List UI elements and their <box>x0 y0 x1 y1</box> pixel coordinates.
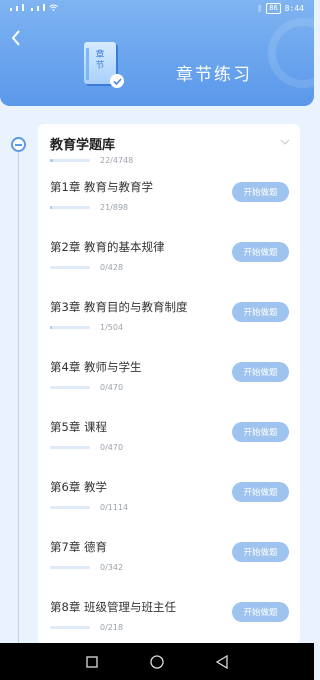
check-icon <box>110 74 124 88</box>
start-practice-button[interactable]: 开始做题 <box>232 362 289 382</box>
book-icon: 章节 <box>80 42 124 88</box>
bank-progress-bar <box>50 159 90 162</box>
start-practice-button[interactable]: 开始做题 <box>232 482 289 502</box>
chapter-progress-bar <box>50 626 90 629</box>
status-bar: ᛒ 86 8:44 <box>0 0 314 18</box>
chapter-count: 0/428 <box>100 263 124 272</box>
timeline-collapse-toggle[interactable] <box>11 137 26 152</box>
chapter-row: 第1章 教育与教育学 21/898 开始做题 <box>38 179 300 239</box>
chapter-progress-bar <box>50 566 90 569</box>
chapter-progress: 0/470 <box>50 443 123 452</box>
chapter-progress: 0/1114 <box>50 503 128 512</box>
chapter-name: 第3章 教育目的与教育制度 <box>50 300 188 314</box>
header-decoration <box>268 18 314 88</box>
chapter-progress-bar <box>50 446 90 449</box>
question-bank-card: 教育学题库 22/4748 第1章 教育与教育学 21/898 开始做题 第2章 教育… <box>38 124 300 644</box>
start-practice-button[interactable]: 开始做题 <box>232 302 289 322</box>
battery-indicator: 86 <box>266 3 281 14</box>
chapter-progress-bar <box>50 266 90 269</box>
chapter-row: 第7章 德育 0/342 开始做题 <box>38 539 300 599</box>
timeline-line <box>18 148 19 643</box>
chapter-count: 1/504 <box>100 323 124 332</box>
chapter-count: 0/342 <box>100 563 124 572</box>
header: ᛒ 86 8:44 章节 章节练习 <box>0 0 314 106</box>
chapter-count: 0/1114 <box>100 503 129 512</box>
chapter-progress-bar <box>50 206 90 209</box>
chapter-name: 第1章 教育与教育学 <box>50 180 153 194</box>
start-practice-button[interactable]: 开始做题 <box>232 182 289 202</box>
chapter-progress: 0/218 <box>50 623 123 632</box>
chapter-count: 0/470 <box>100 443 124 452</box>
bank-count: 22/4748 <box>100 156 134 165</box>
start-practice-button[interactable]: 开始做题 <box>232 602 289 622</box>
book-glyphs: 章节 <box>95 50 105 71</box>
chapter-row: 第6章 教学 0/1114 开始做题 <box>38 479 300 539</box>
chapter-name: 第6章 教学 <box>50 480 107 494</box>
chapter-name: 第8章 班级管理与班主任 <box>50 600 176 614</box>
start-practice-button[interactable]: 开始做题 <box>232 542 289 562</box>
chapter-name: 第2章 教育的基本规律 <box>50 240 165 254</box>
start-practice-button[interactable]: 开始做题 <box>232 242 289 262</box>
chapter-progress-bar <box>50 506 90 509</box>
status-right: ᛒ 86 8:44 <box>257 3 304 14</box>
page-title: 章节练习 <box>176 65 252 85</box>
nav-recent-icon[interactable] <box>84 654 100 670</box>
chapter-progress: 0/342 <box>50 563 123 572</box>
chapter-progress: 0/470 <box>50 383 123 392</box>
chapter-name: 第7章 德育 <box>50 540 107 554</box>
chapter-row: 第3章 教育目的与教育制度 1/504 开始做题 <box>38 299 300 359</box>
nav-back-icon[interactable] <box>214 654 230 670</box>
chapter-row: 第2章 教育的基本规律 0/428 开始做题 <box>38 239 300 299</box>
chapter-row: 第4章 教师与学生 0/470 开始做题 <box>38 359 300 419</box>
system-nav-bar <box>0 643 314 680</box>
chevron-down-icon[interactable] <box>280 138 290 146</box>
chapter-count: 21/898 <box>100 203 129 212</box>
clock: 8:44 <box>284 4 304 13</box>
chapter-progress-bar <box>50 386 90 389</box>
chapter-progress: 0/428 <box>50 263 123 272</box>
chapter-name: 第4章 教师与学生 <box>50 360 142 374</box>
back-arrow-icon[interactable] <box>8 28 24 48</box>
bank-progress: 22/4748 <box>50 156 133 165</box>
chapter-count: 0/470 <box>100 383 124 392</box>
chapter-progress-bar <box>50 326 90 329</box>
chapter-progress: 21/898 <box>50 203 128 212</box>
signal-icons <box>10 4 58 11</box>
chapter-progress: 1/504 <box>50 323 123 332</box>
wifi-icon <box>49 4 58 11</box>
chapter-row: 第5章 课程 0/470 开始做题 <box>38 419 300 479</box>
bluetooth-icon: ᛒ <box>257 4 263 13</box>
nav-home-icon[interactable] <box>149 654 165 670</box>
chapter-name: 第5章 课程 <box>50 420 107 434</box>
start-practice-button[interactable]: 开始做题 <box>232 422 289 442</box>
bank-title: 教育学题库 <box>50 138 116 153</box>
chapter-count: 0/218 <box>100 623 124 632</box>
